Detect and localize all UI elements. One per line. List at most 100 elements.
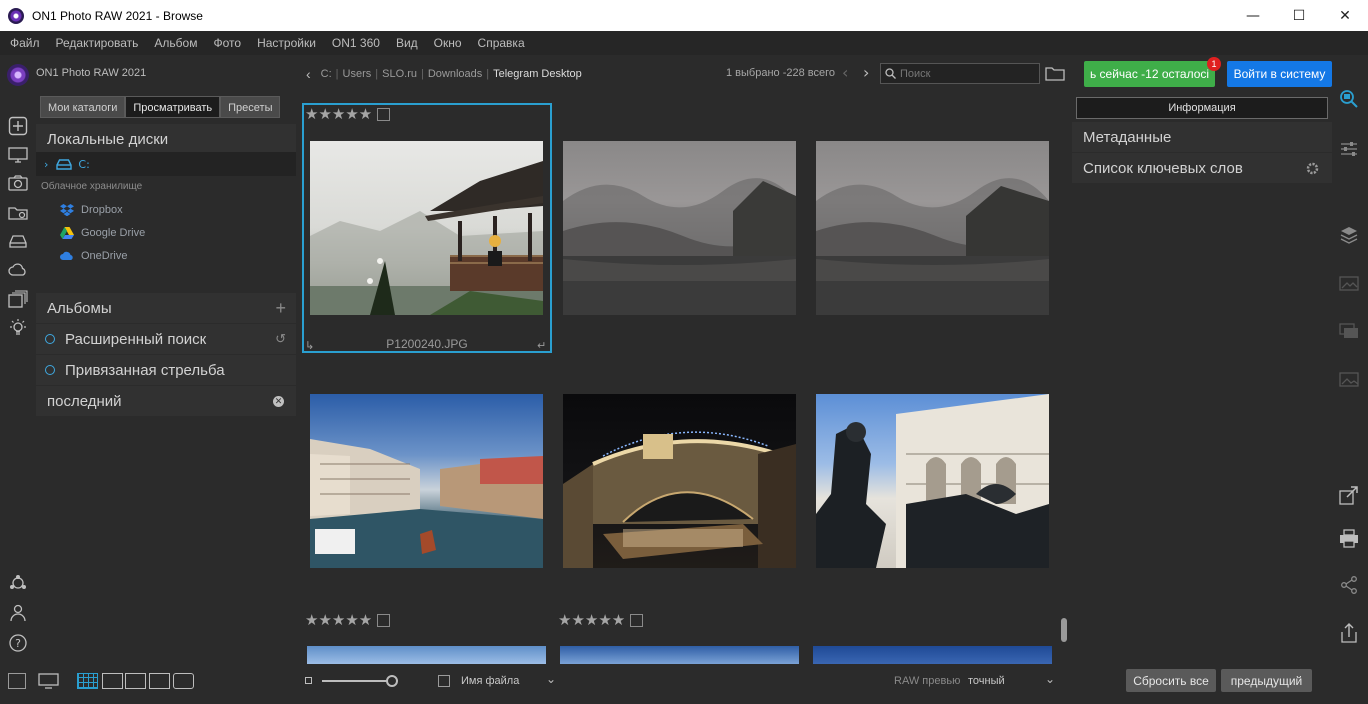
menu-photo[interactable]: Фото <box>205 36 249 50</box>
minimize-button[interactable]: — <box>1230 0 1276 31</box>
star-rating[interactable]: ★★★★★ <box>305 105 391 123</box>
tab-browse[interactable]: Просматривать <box>125 96 221 118</box>
tab-my-catalogs[interactable]: Мои каталоги <box>40 96 126 118</box>
photo-thumbnail-venice-canal[interactable] <box>310 394 543 568</box>
thumbnail-size-knob[interactable] <box>386 675 398 687</box>
breadcrumb-item[interactable]: SLO.ru <box>378 68 421 80</box>
menu-edit[interactable]: Редактировать <box>48 36 147 50</box>
cloud-item-dropbox[interactable]: Dropbox <box>60 200 123 220</box>
sort-checkbox[interactable] <box>438 675 450 687</box>
maximize-button[interactable]: ☐ <box>1276 0 1322 31</box>
tab-presets[interactable]: Пресеты <box>220 96 281 118</box>
detail-view-icon[interactable] <box>102 673 123 689</box>
next-folder-icon[interactable]: › <box>863 63 869 82</box>
close-button[interactable]: ✕ <box>1322 0 1368 31</box>
grid-scrollbar[interactable] <box>1061 618 1067 642</box>
compare-view-icon[interactable] <box>149 673 170 689</box>
raw-preview-select[interactable]: точный <box>968 675 1005 687</box>
previous-button[interactable]: предыдущий <box>1221 669 1312 692</box>
star-rating[interactable]: ★★★★★ <box>558 611 644 629</box>
effects-icon[interactable] <box>1338 320 1360 342</box>
cloud-item-onedrive[interactable]: OneDrive <box>60 246 127 266</box>
chevron-right-icon[interactable]: › <box>44 158 48 171</box>
reset-all-button[interactable]: Сбросить все <box>1126 669 1216 692</box>
breadcrumb-current[interactable]: Telegram Desktop <box>489 68 586 80</box>
print-icon[interactable] <box>1338 527 1360 549</box>
breadcrumb-item[interactable]: Downloads <box>424 68 486 80</box>
add-icon[interactable] <box>8 116 28 136</box>
filmstrip-view-icon[interactable] <box>125 673 146 689</box>
drive-icon[interactable] <box>8 231 28 251</box>
menu-help[interactable]: Справка <box>470 36 533 50</box>
rating-stars[interactable]: ★★★★★ <box>305 105 372 123</box>
camera-icon[interactable] <box>8 173 28 193</box>
menu-on1-360[interactable]: ON1 360 <box>324 36 388 50</box>
upload-icon[interactable] <box>1338 622 1360 644</box>
clear-recent-icon[interactable]: ✕ <box>273 395 284 407</box>
rating-stars[interactable]: ★★★★★ <box>558 611 625 629</box>
rating-stars[interactable]: ★★★★★ <box>305 611 372 629</box>
photo-thumbnail-partial-3[interactable] <box>813 646 1052 664</box>
select-checkbox[interactable] <box>377 107 391 121</box>
select-checkbox[interactable] <box>630 613 644 627</box>
add-album-icon[interactable]: + <box>275 298 286 319</box>
metadata-header[interactable]: Метаданные <box>1072 122 1332 152</box>
photo-thumbnail-venice-statue[interactable] <box>816 394 1049 568</box>
drive-c-row[interactable]: › C: <box>36 152 296 176</box>
thumbnail-size-slider[interactable] <box>322 680 392 682</box>
select-checkbox[interactable] <box>377 613 391 627</box>
photo-thumbnail-rialto-bridge[interactable] <box>563 394 796 568</box>
rotate-left-icon[interactable]: ↳ <box>305 339 314 352</box>
login-button[interactable]: Войти в систему <box>1227 61 1332 87</box>
monitor-icon[interactable] <box>8 145 28 165</box>
menu-file[interactable]: Файл <box>2 36 48 50</box>
keywords-header[interactable]: Список ключевых слов <box>1072 153 1332 183</box>
albums-header[interactable]: Альбомы + <box>36 293 296 323</box>
photo-thumbnail-foggy-lake-1[interactable] <box>563 141 796 315</box>
grid-view-icon[interactable] <box>77 673 98 689</box>
back-icon[interactable]: ‹ <box>306 66 311 82</box>
rotate-right-icon[interactable]: ↵ <box>537 339 546 352</box>
resize-icon[interactable] <box>1338 272 1360 294</box>
portrait-icon[interactable] <box>1338 368 1360 390</box>
new-folder-icon[interactable] <box>1045 66 1065 81</box>
toggle-left-panel-icon[interactable] <box>8 673 26 689</box>
present-icon[interactable] <box>38 673 59 689</box>
cloud-icon[interactable] <box>8 260 28 280</box>
share-icon[interactable] <box>1338 574 1360 596</box>
thumbnail-size-small-icon[interactable] <box>305 677 312 684</box>
star-rating[interactable]: ★★★★★ <box>305 611 391 629</box>
reset-search-icon[interactable]: ↺ <box>275 331 286 347</box>
photo-thumbnail-pagoda[interactable] <box>310 141 543 315</box>
user-icon[interactable] <box>8 603 28 623</box>
layers-icon[interactable] <box>1338 224 1360 246</box>
photo-thumbnail-partial-2[interactable] <box>560 646 799 664</box>
recent-header[interactable]: последний ✕ <box>36 386 296 416</box>
menu-settings[interactable]: Настройки <box>249 36 324 50</box>
preview-chevron-icon[interactable]: ⌄ <box>1045 672 1055 686</box>
share-network-icon[interactable] <box>8 573 28 593</box>
menu-view[interactable]: Вид <box>388 36 426 50</box>
develop-sliders-icon[interactable] <box>1338 138 1360 160</box>
map-view-icon[interactable] <box>173 673 194 689</box>
browse-module-icon[interactable] <box>1338 87 1360 109</box>
breadcrumb-item[interactable]: Users <box>339 68 376 80</box>
sort-label[interactable]: Имя файла <box>461 675 519 687</box>
gear-icon[interactable] <box>1305 161 1320 176</box>
help-icon[interactable]: ? <box>8 633 28 653</box>
sort-chevron-icon[interactable]: ⌄ <box>546 672 556 686</box>
advanced-search-header[interactable]: Расширенный поиск ↺ <box>36 324 296 354</box>
buy-now-button[interactable]: ь сейчас -12 осталосі <box>1084 61 1215 87</box>
local-disks-header[interactable]: Локальные диски <box>36 124 296 154</box>
folder-search-icon[interactable] <box>8 203 28 223</box>
menu-window[interactable]: Окно <box>426 36 470 50</box>
photo-thumbnail-foggy-lake-2[interactable] <box>816 141 1049 315</box>
info-button[interactable]: Информация <box>1076 97 1328 119</box>
photo-thumbnail-partial-1[interactable] <box>307 646 546 664</box>
albums-icon[interactable] <box>8 289 28 309</box>
tethered-shooting-header[interactable]: Привязанная стрельба <box>36 355 296 385</box>
cloud-item-google-drive[interactable]: Google Drive <box>60 223 145 243</box>
export-icon[interactable] <box>1338 485 1360 507</box>
prev-folder-icon[interactable]: ‹ <box>842 63 848 82</box>
menu-album[interactable]: Альбом <box>146 36 205 50</box>
